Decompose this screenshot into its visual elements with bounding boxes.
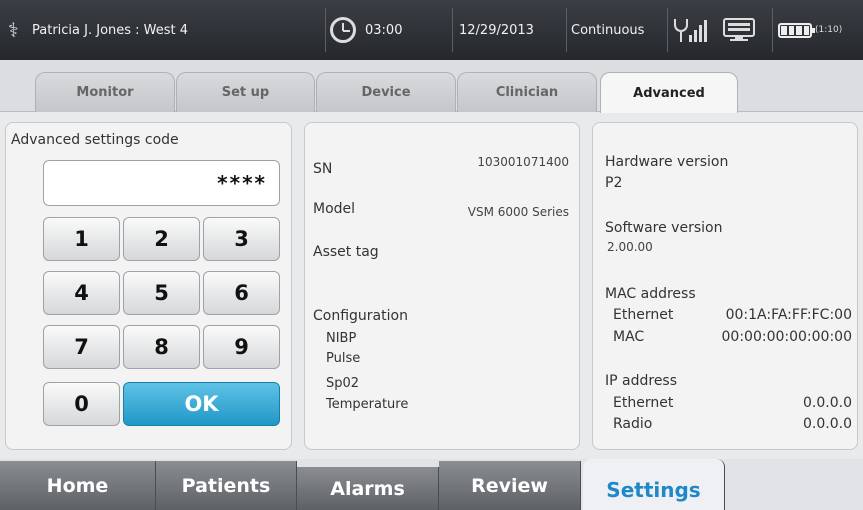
software-version-value: 2.00.00 [607,240,653,254]
key-6[interactable]: 6 [203,271,280,315]
nav-home[interactable]: Home [0,461,156,510]
configuration-label: Configuration [313,308,408,324]
mac-ethernet-label: Ethernet [613,307,674,323]
battery-icon [778,22,815,38]
antenna-signal-icon [672,0,716,60]
sn-value: 103001071400 [477,155,569,169]
nav-settings[interactable]: Settings [583,459,725,510]
mac-ethernet-value: 00:1A:FA:FF:FC:00 [725,307,852,323]
ip-ethernet-label: Ethernet [613,395,674,411]
ok-button[interactable]: OK [123,382,280,426]
code-title: Advanced settings code [11,132,179,148]
tab-device[interactable]: Device [316,72,456,112]
key-5[interactable]: 5 [123,271,200,315]
config-item: Pulse [326,351,361,366]
nav-review[interactable]: Review [439,461,581,510]
timer[interactable]: 03:00 [330,0,448,60]
asset-tag-label: Asset tag [313,244,379,260]
date[interactable]: 12/29/2013 [459,0,564,60]
patient-banner[interactable]: ⚕ Patricia J. Jones : West 4 [0,0,322,60]
code-input[interactable]: **** [43,160,280,206]
software-version-label: Software version [605,220,723,236]
battery-time: (1:10) [815,25,843,35]
versions-panel: Hardware version P2 Software version 2.0… [592,122,858,450]
status-bar: ⚕ Patricia J. Jones : West 4 03:00 12/29… [0,0,863,60]
key-1[interactable]: 1 [43,217,120,261]
ip-ethernet-value: 0.0.0.0 [803,395,852,411]
timer-value: 03:00 [365,22,403,38]
model-value: VSM 6000 Series [467,205,569,219]
tab-set-up[interactable]: Set up [176,72,315,112]
mode[interactable]: Continuous [571,0,664,60]
tab-clinician[interactable]: Clinician [457,72,597,112]
mac-mac-label: MAC [613,329,645,345]
clock-icon [330,17,356,43]
nav-patients[interactable]: Patients [156,461,297,510]
config-item: Sp02 [326,376,360,391]
sn-label: SN [313,161,333,177]
ip-address-label: IP address [605,373,678,389]
key-2[interactable]: 2 [123,217,200,261]
nav-alarms[interactable]: Alarms [297,467,439,510]
monitor-icon [722,0,768,60]
key-8[interactable]: 8 [123,325,200,369]
key-3[interactable]: 3 [203,217,280,261]
mac-address-label: MAC address [605,286,696,302]
battery-status: (1:10) [778,0,863,60]
hardware-version-label: Hardware version [605,154,729,170]
patient-name: Patricia J. Jones : West 4 [32,22,189,38]
ip-radio-value: 0.0.0.0 [803,416,852,432]
settings-tab-bar: Monitor Set up Device Clinician Advanced [0,60,863,113]
hardware-version-value: P2 [605,175,623,191]
tab-advanced[interactable]: Advanced [600,72,738,113]
config-item: Temperature [326,397,409,412]
caduceus-icon: ⚕ [8,18,19,42]
code-entry-panel: Advanced settings code **** 1 2 3 4 5 6 … [5,122,292,450]
key-7[interactable]: 7 [43,325,120,369]
tab-monitor[interactable]: Monitor [35,72,175,112]
ip-radio-label: Radio [613,416,653,432]
key-0[interactable]: 0 [43,382,120,426]
bottom-navigation: Home Patients Alarms Review Settings [0,459,863,510]
model-label: Model [313,201,356,217]
device-info-panel: SN 103001071400 Model VSM 6000 Series As… [304,122,580,450]
mac-mac-value: 00:00:00:00:00:00 [721,329,852,345]
config-item: NIBP [326,331,357,346]
key-9[interactable]: 9 [203,325,280,369]
key-4[interactable]: 4 [43,271,120,315]
